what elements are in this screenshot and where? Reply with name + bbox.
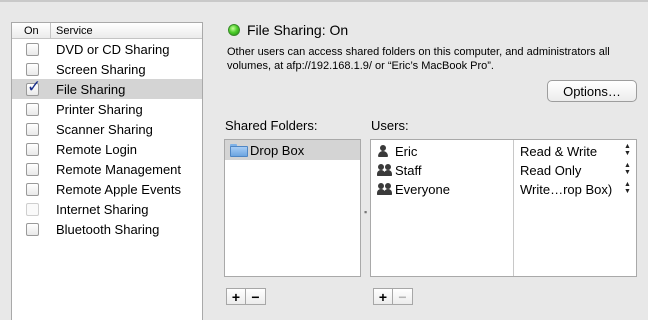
status-title: File Sharing: On bbox=[247, 22, 349, 38]
add-user-button[interactable]: + bbox=[373, 288, 393, 305]
service-row[interactable]: Scanner Sharing bbox=[12, 119, 202, 139]
updown-arrows-icon[interactable]: ▲ ▼ bbox=[624, 162, 631, 176]
service-checkbox[interactable] bbox=[26, 62, 39, 76]
service-row[interactable]: Remote Apple Events bbox=[12, 179, 202, 199]
service-row[interactable]: Internet Sharing bbox=[12, 199, 202, 219]
folder-icon bbox=[230, 143, 248, 157]
service-checkbox[interactable]: ✓ bbox=[26, 78, 41, 96]
service-checkbox[interactable] bbox=[26, 142, 39, 156]
splitter-handle[interactable]: ▪ bbox=[364, 207, 367, 217]
add-folder-button[interactable]: + bbox=[226, 288, 246, 305]
group-icon bbox=[377, 183, 393, 197]
user-name: Eric bbox=[395, 144, 418, 159]
user-row-everyone[interactable]: Everyone Write…rop Box) ▲ ▼ bbox=[371, 180, 636, 199]
user-name: Staff bbox=[395, 163, 422, 178]
group-icon bbox=[377, 164, 393, 178]
service-row[interactable]: Remote Login bbox=[12, 139, 202, 159]
service-row[interactable]: Bluetooth Sharing bbox=[12, 219, 202, 239]
checkmark-icon: ✓ bbox=[27, 76, 42, 96]
remove-user-button[interactable]: − bbox=[393, 288, 413, 305]
service-row[interactable]: Printer Sharing bbox=[12, 99, 202, 119]
status-indicator-icon bbox=[228, 24, 240, 36]
remove-folder-button[interactable]: − bbox=[246, 288, 266, 305]
service-checkbox bbox=[26, 202, 39, 216]
shared-folder-row[interactable]: Drop Box bbox=[225, 140, 360, 160]
service-checkbox[interactable] bbox=[26, 42, 39, 56]
user-icon bbox=[377, 145, 393, 159]
shared-folder-name: Drop Box bbox=[250, 142, 305, 158]
updown-arrows-icon[interactable]: ▲ ▼ bbox=[624, 181, 631, 195]
service-label: File Sharing bbox=[56, 81, 126, 97]
service-checkbox[interactable] bbox=[26, 122, 39, 136]
service-label: Scanner Sharing bbox=[56, 121, 153, 137]
service-label: DVD or CD Sharing bbox=[56, 41, 170, 57]
updown-arrows-icon[interactable]: ▲ ▼ bbox=[624, 143, 631, 157]
on-column-header[interactable]: On bbox=[12, 23, 51, 38]
service-row[interactable]: DVD or CD Sharing bbox=[12, 39, 202, 59]
permission-popup[interactable]: Read & Write bbox=[520, 144, 597, 159]
service-label: Remote Login bbox=[56, 141, 137, 157]
service-label: Remote Management bbox=[56, 161, 182, 177]
service-checkbox[interactable] bbox=[26, 222, 39, 236]
service-checkbox[interactable] bbox=[26, 182, 39, 196]
permission-popup[interactable]: Write…rop Box) bbox=[520, 182, 612, 197]
service-label: Screen Sharing bbox=[56, 61, 146, 77]
service-list-header: On Service bbox=[12, 23, 202, 39]
service-label: Remote Apple Events bbox=[56, 181, 182, 197]
user-row-staff[interactable]: Staff Read Only ▲ ▼ bbox=[371, 161, 636, 180]
service-row[interactable]: Remote Management bbox=[12, 159, 202, 179]
service-row[interactable]: Screen Sharing bbox=[12, 59, 202, 79]
service-label: Internet Sharing bbox=[56, 201, 149, 217]
users-buttons: + − bbox=[373, 288, 413, 305]
service-checkbox[interactable] bbox=[26, 162, 39, 176]
service-column-header[interactable]: Service bbox=[51, 25, 93, 37]
service-row[interactable]: ✓ File Sharing bbox=[12, 78, 202, 99]
shared-folders-buttons: + − bbox=[226, 288, 266, 305]
shared-folders-list: Drop Box bbox=[224, 139, 361, 277]
service-label: Bluetooth Sharing bbox=[56, 221, 160, 237]
users-list: Eric Read & Write ▲ ▼ Staff Read Only ▲ ▼ … bbox=[370, 139, 637, 277]
service-list: On Service DVD or CD Sharing Screen Shari… bbox=[11, 22, 203, 320]
status-description: Other users can access shared folders on… bbox=[227, 46, 610, 72]
users-label: Users: bbox=[371, 118, 409, 133]
shared-folders-label: Shared Folders: bbox=[225, 118, 318, 133]
options-button[interactable]: Options… bbox=[547, 80, 637, 102]
permission-popup[interactable]: Read Only bbox=[520, 163, 581, 178]
toolbar-divider bbox=[0, 0, 648, 2]
user-row-eric[interactable]: Eric Read & Write ▲ ▼ bbox=[371, 142, 636, 161]
service-checkbox[interactable] bbox=[26, 102, 39, 116]
user-name: Everyone bbox=[395, 182, 450, 197]
service-label: Printer Sharing bbox=[56, 101, 143, 117]
